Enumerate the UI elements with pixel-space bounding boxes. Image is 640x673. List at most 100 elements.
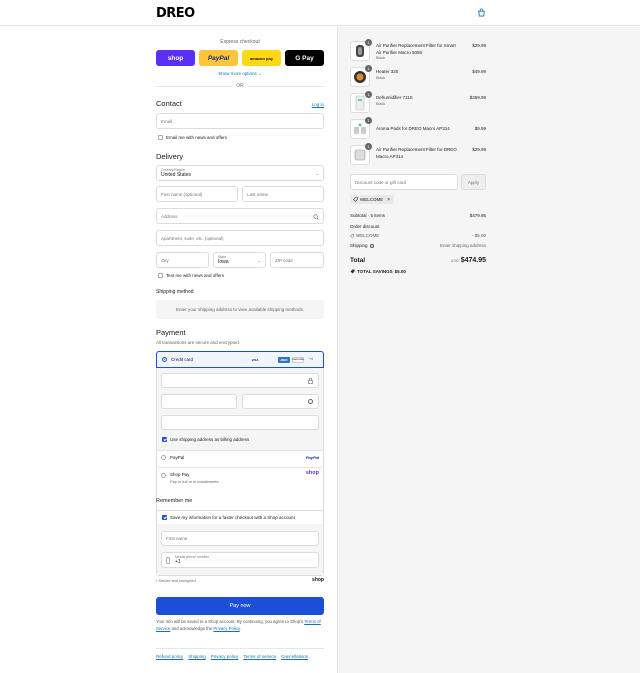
refund-policy-link[interactable]: Refund policy	[156, 654, 183, 659]
credit-card-label: Credit card	[171, 357, 194, 362]
google-pay-express-button[interactable]: G Pay	[285, 50, 324, 66]
apartment-placeholder: Apartment, suite, etc. (optional)	[161, 235, 224, 241]
first-name-field[interactable]: First name (optional)	[156, 186, 238, 202]
applied-discount-tag: WELCOME ×	[350, 195, 395, 204]
email-news-checkbox[interactable]	[158, 135, 163, 140]
item-price: $359.99	[469, 95, 486, 100]
discount-placeholder: Discount code or gift card	[355, 179, 407, 185]
mobile-phone-field[interactable]: Mobile phone number +1	[161, 552, 319, 568]
quantity-badge: 1	[365, 65, 372, 72]
order-discount-label: Order discount	[350, 224, 380, 229]
quantity-badge: 1	[365, 143, 372, 150]
filter-product-icon	[356, 45, 364, 57]
last-name-placeholder: Last name	[247, 191, 269, 197]
product-image: 1	[350, 117, 372, 139]
save-info-checkbox[interactable]	[162, 515, 167, 520]
name-on-card-field[interactable]	[161, 415, 319, 430]
legal-text-part: Your info will be saved to a Shop accoun…	[156, 619, 304, 624]
show-more-options-link[interactable]: Show more options ⌄	[156, 71, 324, 77]
state-select[interactable]: State Iowa ⌄	[213, 252, 266, 268]
item-name: Aroma Pads for DREO Macro AP314	[376, 126, 450, 131]
item-price: $9.99	[474, 126, 486, 131]
shipping-label: Shipping	[350, 243, 368, 248]
total-savings-row: TOTAL SAVINGS $5.00	[350, 269, 486, 274]
legal-text: Your info will be saved to a Shop accoun…	[156, 619, 324, 633]
top-header: DREO	[0, 0, 640, 26]
brand-logo[interactable]: DREO	[156, 6, 195, 21]
total-label: Total	[350, 257, 366, 264]
item-variant: Black	[376, 76, 386, 80]
shopping-bag-icon[interactable]	[477, 8, 486, 17]
payment-heading: Payment	[156, 328, 186, 337]
info-icon[interactable]	[369, 243, 374, 248]
privacy-policy-link[interactable]: Privacy Policy	[213, 626, 239, 631]
product-image: 1	[350, 91, 372, 113]
shop-pay-label: Shop Pay	[170, 472, 190, 477]
more-cards-label: +4	[309, 357, 313, 361]
item-variant: Black	[376, 102, 386, 106]
credit-card-option[interactable]: Credit card VISA MC AMEX DISCOVER +4	[156, 351, 324, 368]
secure-encrypted-note: • Secure and encrypted	[156, 579, 196, 583]
item-name: Dehumidifier 711S	[376, 95, 413, 100]
shipping-method-placeholder: Enter your shipping address to view avai…	[156, 300, 324, 319]
expiration-date-field[interactable]	[161, 394, 237, 409]
item-name: Air Purifier Replacement Filter for DREO…	[376, 147, 457, 159]
email-placeholder: Email	[161, 118, 173, 124]
text-news-checkbox[interactable]	[158, 273, 163, 278]
email-field[interactable]: Email	[156, 113, 324, 129]
amazon-pay-express-button[interactable]: amazon pay	[242, 50, 281, 66]
credit-card-radio[interactable]	[162, 357, 167, 362]
cart-item: 1 Aroma Pads for DREO Macro AP314 $9.99	[350, 117, 486, 141]
shop-logo: shop	[312, 577, 324, 583]
address-placeholder: Address	[161, 213, 178, 219]
filter-product-icon	[354, 149, 366, 161]
or-divider-text: OR	[232, 83, 248, 89]
paypal-logo: PayPal	[305, 455, 319, 460]
subtotal-value: $479.95	[469, 213, 486, 218]
shop-pay-express-button[interactable]: shop	[156, 50, 195, 66]
pay-now-button[interactable]: Pay now	[156, 597, 324, 615]
apply-button[interactable]: Apply	[461, 174, 486, 190]
savings-value: $5.00	[394, 269, 406, 274]
visa-icon: VISA	[251, 358, 259, 362]
product-image: 1	[350, 39, 372, 61]
currency-code: USD	[450, 259, 459, 263]
shipping-policy-link[interactable]: Shipping	[188, 654, 206, 659]
last-name-field[interactable]: Last name	[242, 186, 324, 202]
item-price: $29.99	[472, 147, 486, 152]
paypal-express-button[interactable]: PayPal	[199, 50, 238, 66]
product-image: 1	[350, 65, 372, 87]
apartment-field[interactable]: Apartment, suite, etc. (optional)	[156, 230, 324, 246]
paypal-radio[interactable]	[161, 455, 166, 460]
remember-me-heading: Remember me	[156, 498, 193, 504]
country-select[interactable]: Country/Region United States ⌄	[156, 165, 324, 181]
cancellations-link[interactable]: Cancellations	[281, 654, 308, 659]
text-news-label: Text me with news and offers	[166, 273, 224, 278]
discount-code: WELCOME	[356, 233, 380, 238]
shop-pay-radio[interactable]	[161, 473, 166, 478]
card-number-field[interactable]	[161, 373, 319, 388]
remove-discount-icon[interactable]: ×	[387, 197, 390, 203]
secure-text: Secure and encrypted	[158, 579, 196, 583]
divider	[156, 467, 324, 468]
aroma-pads-product-icon	[354, 123, 366, 134]
privacy-policy-footer-link[interactable]: Privacy policy	[211, 654, 239, 659]
divider	[156, 450, 324, 451]
legal-text-part: and acknowledge the	[171, 625, 213, 631]
zip-code-field[interactable]: ZIP code	[270, 252, 324, 268]
terms-of-service-footer-link[interactable]: Terms of service	[243, 654, 276, 659]
help-icon[interactable]	[308, 399, 313, 404]
security-code-field[interactable]	[242, 394, 319, 409]
item-name: Heater 320	[376, 69, 399, 74]
mastercard-icon: MC	[264, 357, 274, 363]
subtotal-label: Subtotal · 5 items	[350, 213, 386, 218]
discount-code-input[interactable]: Discount code or gift card	[350, 174, 458, 190]
shop-first-name-field[interactable]: First name	[161, 531, 319, 546]
billing-same-checkbox[interactable]	[162, 437, 167, 442]
shipping-value: Enter shipping address	[439, 243, 486, 248]
subtotal-row: Subtotal · 5 items $479.95	[350, 213, 486, 218]
phone-icon	[166, 557, 170, 564]
address-field[interactable]: Address	[156, 208, 324, 224]
log-in-link[interactable]: Log in	[312, 102, 324, 107]
city-field[interactable]: City	[156, 252, 209, 268]
